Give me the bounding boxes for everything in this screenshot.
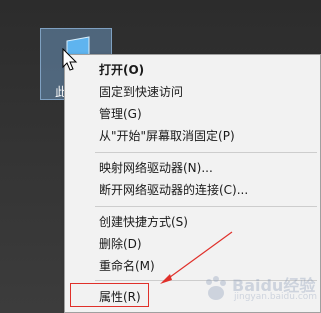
- annotation-highlight-box: [70, 283, 149, 307]
- mouse-cursor-icon: [62, 48, 78, 71]
- menu-item-manage[interactable]: 管理(G): [65, 103, 320, 125]
- menu-item-unpin-start[interactable]: 从"开始"屏幕取消固定(P): [65, 125, 320, 147]
- menu-item-delete[interactable]: 删除(D): [65, 233, 320, 255]
- menu-item-create-shortcut[interactable]: 创建快捷方式(S): [65, 211, 320, 233]
- baidu-paw-icon: [206, 276, 226, 300]
- baidu-watermark: Baidu经验 jingyan.baidu.com: [200, 270, 318, 310]
- menu-separator: [95, 152, 317, 153]
- menu-separator: [95, 206, 317, 207]
- menu-item-open[interactable]: 打开(O): [65, 59, 320, 81]
- menu-item-disconnect-network-drive[interactable]: 断开网络驱动器的连接(C)...: [65, 179, 320, 201]
- menu-item-map-network-drive[interactable]: 映射网络驱动器(N)...: [65, 157, 320, 179]
- menu-item-pin-quick-access[interactable]: 固定到快速访问: [65, 81, 320, 103]
- watermark-subtext: jingyan.baidu.com: [234, 292, 318, 302]
